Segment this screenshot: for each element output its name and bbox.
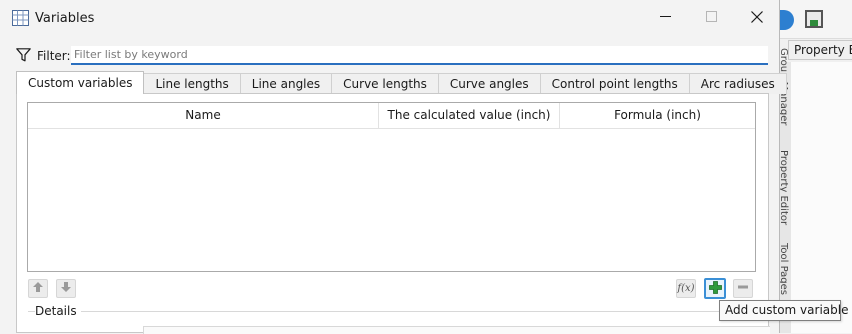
minus-icon [737, 281, 749, 296]
remove-variable-button[interactable] [733, 279, 753, 298]
column-header-name[interactable]: Name [28, 103, 379, 128]
add-variable-tooltip: Add custom variable [719, 300, 848, 321]
add-variable-button[interactable] [704, 278, 726, 299]
table-header: Name The calculated value (inch) Formula… [28, 103, 755, 129]
details-group-label: Details [35, 304, 81, 318]
tab-curve-angles[interactable]: Curve angles [437, 73, 541, 94]
table-grid-icon [12, 10, 29, 26]
close-button[interactable] [734, 0, 780, 36]
minimize-button[interactable] [642, 0, 688, 36]
formula-button[interactable]: f(x) [676, 279, 696, 298]
save-icon[interactable] [805, 10, 823, 28]
tab-line-angles[interactable]: Line angles [239, 73, 333, 94]
move-up-button[interactable] [28, 279, 48, 298]
window-title: Variables [35, 11, 95, 26]
title-bar[interactable]: Variables [0, 0, 779, 38]
close-icon [751, 10, 763, 26]
variables-dialog: Variables Filter: Custom variables Line … [0, 0, 787, 334]
tab-curve-lengths[interactable]: Curve lengths [331, 73, 439, 94]
move-down-button[interactable] [56, 279, 76, 298]
minimize-icon [659, 11, 671, 25]
property-editor-tab[interactable]: Property Ec [788, 40, 852, 60]
arrow-down-icon [60, 281, 72, 296]
variable-tabs: Custom variables Line lengths Line angle… [16, 71, 787, 94]
variables-table[interactable]: Name The calculated value (inch) Formula… [27, 102, 756, 272]
column-header-formula[interactable]: Formula (inch) [560, 103, 755, 128]
arrow-up-icon [32, 281, 44, 296]
maximize-button[interactable] [688, 0, 734, 36]
tab-arc-radiuses[interactable]: Arc radiuses [688, 73, 787, 94]
tab-custom-variables[interactable]: Custom variables [16, 71, 145, 94]
plus-icon [708, 280, 722, 297]
filter-input[interactable] [71, 46, 768, 65]
filter-label: Filter: [37, 49, 71, 63]
tab-line-lengths[interactable]: Line lengths [143, 73, 241, 94]
filter-bar: Filter: [0, 44, 779, 68]
maximize-icon [705, 11, 717, 25]
tab-control-point-lengths[interactable]: Control point lengths [539, 73, 690, 94]
column-header-calculated-value[interactable]: The calculated value (inch) [379, 103, 560, 128]
details-divider [28, 311, 768, 312]
property-editor-panel [790, 62, 852, 333]
funnel-icon [16, 48, 31, 65]
